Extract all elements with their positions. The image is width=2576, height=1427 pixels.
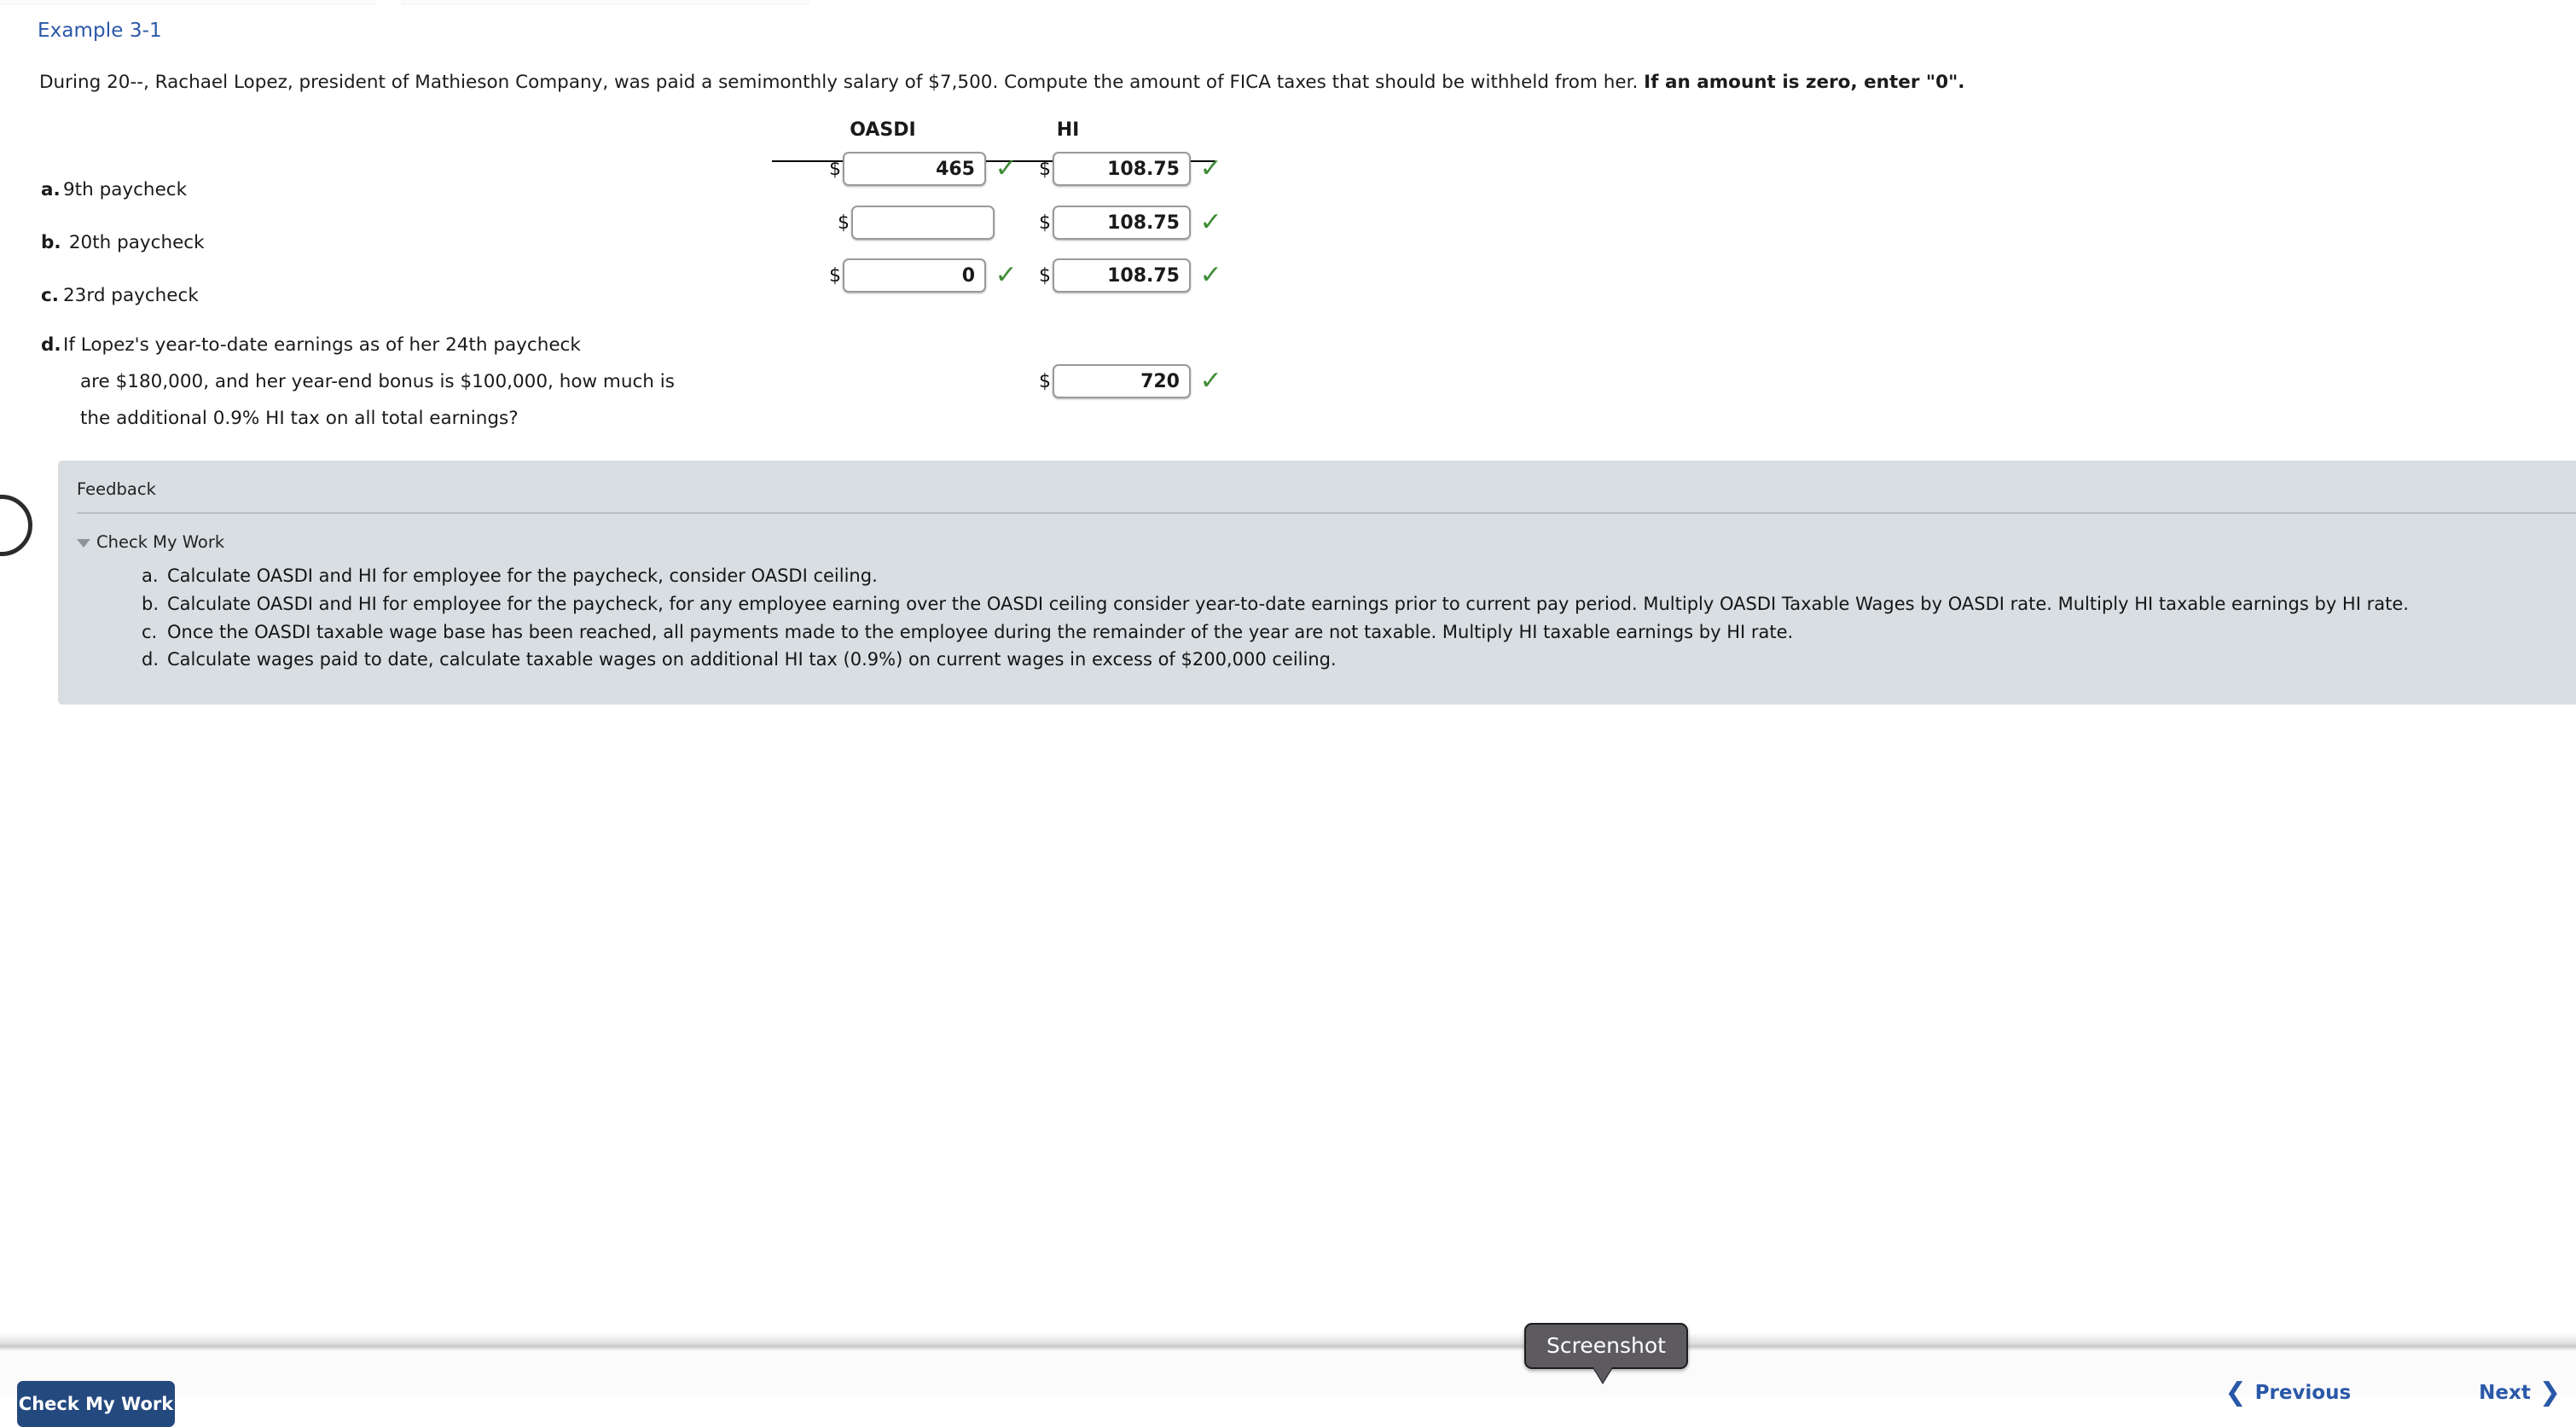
list-item: c. Once the OASDI taxable wage base has b… <box>142 620 2573 646</box>
check-my-work-label: Check My Work <box>96 532 225 552</box>
currency-symbol: $ <box>829 264 841 287</box>
correct-check-icon: ✓ <box>995 154 1018 183</box>
feedback-title: Feedback <box>77 479 156 499</box>
item-letter: a. <box>41 179 61 200</box>
list-item: a. Calculate OASDI and HI for employee fo… <box>142 564 2573 589</box>
currency-symbol: $ <box>1039 264 1051 287</box>
list-marker: a. <box>142 566 159 586</box>
list-item: b. Calculate OASDI and HI for employee fo… <box>142 592 2573 618</box>
correct-check-icon: ✓ <box>1199 260 1222 290</box>
next-link[interactable]: Next ❯ <box>2479 1380 2561 1406</box>
cell-hi: $ ✓ <box>1039 258 1222 293</box>
input-hi-b[interactable] <box>1053 206 1191 240</box>
edge-circle-decoration <box>0 495 32 556</box>
item-text-line2: are $180,000, and her year-end bonus is … <box>80 371 675 392</box>
item-letter: b. <box>41 232 61 253</box>
input-hi-a[interactable] <box>1053 152 1191 186</box>
previous-label: Previous <box>2254 1382 2352 1404</box>
footer-bar <box>0 1351 2576 1395</box>
check-my-work-toggle[interactable]: Check My Work <box>58 513 2576 552</box>
correct-check-icon: ✓ <box>1199 207 1222 237</box>
previous-link[interactable]: ❮ Previous <box>2225 1380 2351 1406</box>
column-header-hi: HI <box>1056 119 1080 141</box>
cell-oasdi: $ ✓ <box>838 206 1025 240</box>
input-oasdi-c[interactable] <box>843 258 986 293</box>
cell-oasdi: $ ✓ <box>829 258 1018 293</box>
list-marker: b. <box>142 593 160 614</box>
cell-hi: $ ✓ <box>1039 364 1222 398</box>
item-letter: c. <box>41 285 59 306</box>
cell-hi: $ ✓ <box>1039 206 1222 240</box>
check-my-work-list: a. Calculate OASDI and HI for employee fo… <box>58 564 2576 705</box>
currency-symbol: $ <box>838 212 850 234</box>
chevron-left-icon: ❮ <box>2225 1378 2247 1407</box>
input-oasdi-a[interactable] <box>843 152 986 186</box>
correct-check-icon: ✓ <box>995 260 1018 290</box>
navigation-links: ❮ Previous Next ❯ <box>2225 1380 2561 1406</box>
item-letter: d. <box>41 334 61 356</box>
currency-symbol: $ <box>1039 370 1051 392</box>
item-label-b: b. 20th paycheck <box>41 232 205 253</box>
cell-hi: $ ✓ <box>1039 152 1222 186</box>
prompt-bold-note: If an amount is zero, enter "0". <box>1644 72 1965 93</box>
correct-check-icon: ✓ <box>1199 154 1222 183</box>
footer-separator <box>0 1332 2576 1351</box>
check-my-work-button[interactable]: Check My Work <box>17 1381 175 1427</box>
list-marker: c. <box>142 621 158 642</box>
tab-stub-left[interactable] <box>0 0 375 4</box>
list-text: Calculate OASDI and HI for employee for … <box>167 593 2409 614</box>
currency-symbol: $ <box>1039 158 1051 180</box>
item-text-line1: If Lopez's year-to-date earnings as of h… <box>63 334 581 356</box>
input-oasdi-b[interactable] <box>851 206 995 240</box>
feedback-panel: Feedback Check My Work a. Calculate OASDI… <box>58 461 2576 705</box>
next-label: Next <box>2479 1382 2531 1404</box>
list-marker: d. <box>142 649 160 670</box>
item-label-d: d. If Lopez's year-to-date earnings as of… <box>41 334 581 356</box>
chevron-right-icon: ❯ <box>2538 1378 2561 1407</box>
list-text: Calculate wages paid to date, calculate … <box>167 649 1337 670</box>
question-prompt: During 20--, Rachael Lopez, president of… <box>39 72 1964 93</box>
prompt-text: During 20--, Rachael Lopez, president of… <box>39 72 1645 93</box>
item-label-a: a. 9th paycheck <box>41 179 187 200</box>
item-text: 23rd paycheck <box>63 285 199 306</box>
example-link[interactable]: Example 3-1 <box>38 20 162 42</box>
item-text: 20th paycheck <box>63 232 205 253</box>
currency-symbol: $ <box>1039 212 1051 234</box>
currency-symbol: $ <box>829 158 841 180</box>
screenshot-tooltip: Screenshot <box>1524 1323 1688 1369</box>
tab-stub-right[interactable] <box>401 0 810 4</box>
cell-oasdi: $ ✓ <box>829 152 1018 186</box>
input-hi-d[interactable] <box>1053 364 1191 398</box>
input-hi-c[interactable] <box>1053 258 1191 293</box>
list-text: Once the OASDI taxable wage base has bee… <box>167 621 1794 642</box>
item-text: 9th paycheck <box>63 179 188 200</box>
item-text-line3: the additional 0.9% HI tax on all total … <box>80 408 519 429</box>
correct-check-icon: ✓ <box>1199 366 1222 396</box>
item-label-c: c. 23rd paycheck <box>41 285 199 306</box>
caret-down-icon <box>77 538 90 548</box>
column-header-oasdi: OASDI <box>850 119 916 141</box>
list-text: Calculate OASDI and HI for employee for … <box>167 566 878 586</box>
list-item: d. Calculate wages paid to date, calculat… <box>142 647 2573 673</box>
